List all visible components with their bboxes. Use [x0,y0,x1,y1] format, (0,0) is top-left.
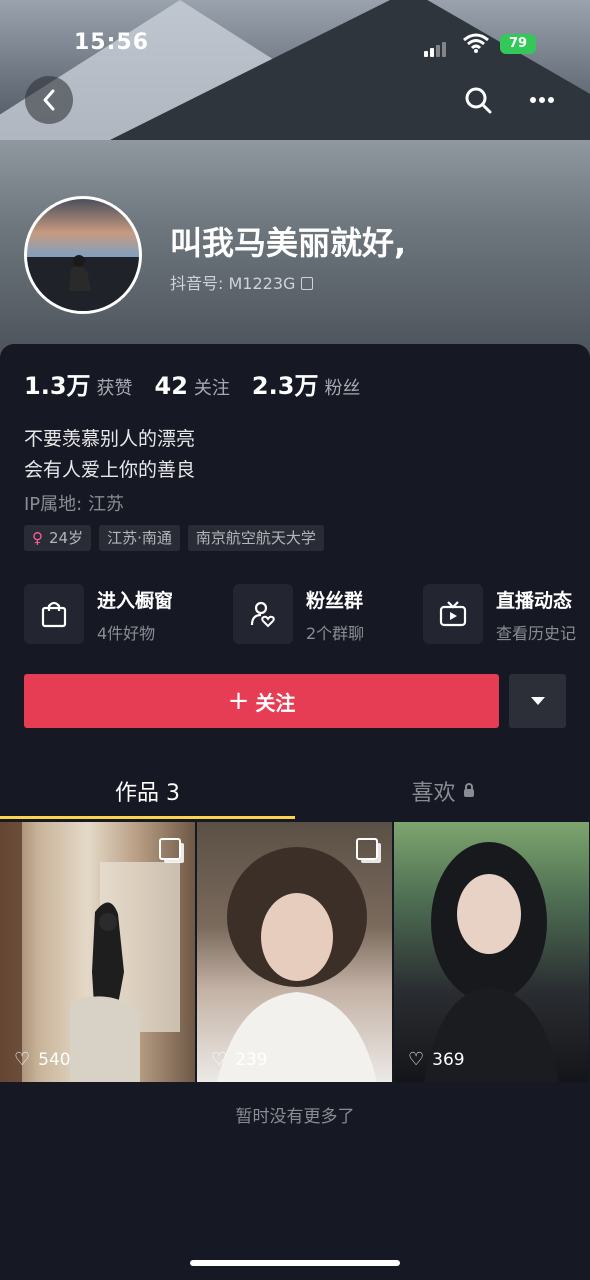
heart-icon: ♡ [211,1049,228,1070]
video-likes-count: 239 [235,1049,268,1070]
douyin-id-text: 抖音号: M1223G [170,274,296,293]
video-thumbnail[interactable]: ♡ 239 [197,822,392,1082]
live-history-sub: 查看历史记 [496,624,577,643]
signal-icon [424,38,448,57]
age-tag: ♀ 24岁 [24,525,92,551]
tv-icon [423,584,483,644]
live-history-title: 直播动态 [496,590,573,612]
shop-window-sub: 4件好物 [97,624,156,643]
status-time: 15:56 [74,30,150,55]
profile-panel: 1.3万 获赞 42 关注 2.3万 粉丝 不要羡慕别人的漂亮 会有人爱上你的善… [0,344,590,1280]
status-bar: 15:56 79 [0,30,590,60]
more-icon [530,97,554,103]
action-row: 进入橱窗 4件好物 粉丝群 2个群聊 直播动态 查看历史记 [24,582,590,644]
bio: 不要羡慕别人的漂亮 会有人爱上你的善良 [24,424,195,486]
follow-button-label: 关注 [255,690,296,715]
more-options-button[interactable] [522,80,562,120]
home-indicator[interactable] [190,1260,400,1266]
follow-button[interactable]: + 关注 [24,674,499,728]
ip-location: IP属地: 江苏 [24,494,124,515]
wifi-icon [463,32,489,59]
shop-window-title: 进入橱窗 [97,590,174,612]
video-cover-image [0,822,180,1082]
video-likes: ♡ 369 [408,1049,465,1070]
female-icon: ♀ [32,529,43,547]
battery-indicator: 79 [500,34,536,54]
stats-row: 1.3万 获赞 42 关注 2.3万 粉丝 [24,366,382,400]
multi-photo-icon [159,838,181,860]
video-likes: ♡ 540 [14,1049,71,1070]
likes-label: 获赞 [96,378,133,399]
video-likes: ♡ 239 [211,1049,268,1070]
avatar[interactable] [24,196,142,314]
heart-icon: ♡ [408,1049,425,1070]
profile-header: 15:56 79 叫我马美丽就好, 抖音号: M1223G [0,0,590,360]
following-label[interactable]: 关注 [194,374,230,400]
location-tag: 江苏·南通 [99,525,180,551]
shopping-bag-icon [24,584,84,644]
copy-icon[interactable] [301,277,314,290]
fan-group-icon [233,584,293,644]
nickname: 叫我马美丽就好, [170,224,407,262]
video-cover-image [424,842,559,1082]
tab-likes[interactable]: 喜欢 [295,762,590,820]
following-count[interactable]: 42 [155,372,188,400]
video-thumbnail[interactable]: ♡ 540 [0,822,195,1082]
no-more-content-text: 暂时没有更多了 [235,1107,355,1127]
plus-icon: + [227,686,250,716]
video-cover-image [217,847,377,1082]
video-thumbnail[interactable]: ♡ 369 [394,822,589,1082]
video-grid: ♡ 540 ♡ 239 ♡ 369 [0,822,590,1082]
fan-group-sub: 2个群聊 [306,624,365,643]
tab-works-label: 作品 3 [115,781,180,806]
bio-line: 不要羡慕别人的漂亮 [24,428,196,450]
search-icon [465,87,492,114]
content-tabs: 作品 3 喜欢 [0,762,590,820]
age-tag-label: 24岁 [49,529,84,547]
fan-group-title: 粉丝群 [306,590,364,612]
likes-count: 1.3万 [24,372,91,400]
heart-icon: ♡ [14,1049,31,1070]
douyin-id[interactable]: 抖音号: M1223G [170,270,314,294]
video-likes-count: 540 [38,1049,71,1070]
tab-likes-label: 喜欢 [411,781,456,806]
multi-photo-icon [356,838,378,860]
active-tab-indicator [0,816,295,819]
followers-count[interactable]: 2.3万 [252,366,319,401]
chevron-left-icon [43,89,55,111]
background-mountain-right [110,0,590,140]
video-likes-count: 369 [432,1049,465,1070]
recommend-dropdown-button[interactable] [509,674,566,728]
back-button[interactable] [25,76,73,124]
tab-works[interactable]: 作品 3 [0,762,295,820]
followers-label[interactable]: 粉丝 [324,374,360,400]
school-tag[interactable]: 南京航空航天大学 [187,525,324,551]
bio-line: 会有人爱上你的善良 [24,459,196,481]
lock-icon [463,783,474,797]
avatar-image [27,255,139,311]
profile-tags: ♀ 24岁 江苏·南通 南京航空航天大学 [24,525,332,551]
caret-down-icon [530,697,545,705]
search-button[interactable] [458,80,498,120]
